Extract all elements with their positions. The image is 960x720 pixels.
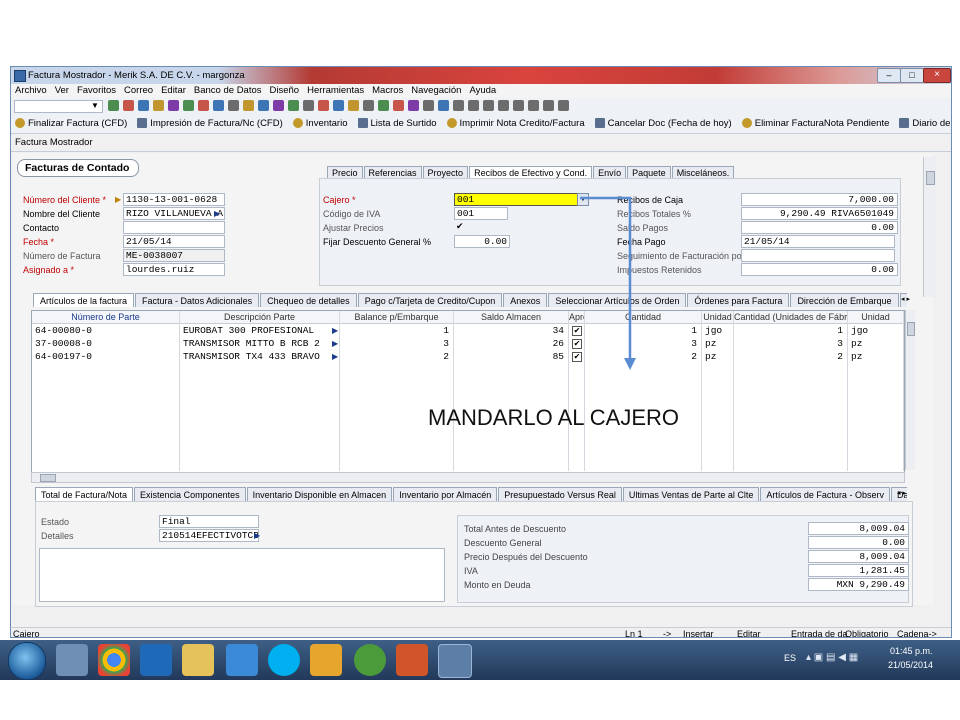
file-explorer-icon[interactable] — [182, 644, 214, 676]
tray-icons[interactable]: ▴ ▣ ▤ ◀ ▦ — [806, 652, 858, 663]
media-player-icon[interactable] — [140, 644, 172, 676]
clock-date[interactable]: 21/05/2014 — [888, 660, 933, 670]
network-app-icon[interactable] — [56, 644, 88, 676]
language-indicator[interactable]: ES — [784, 653, 796, 663]
powerpoint-icon[interactable] — [396, 644, 428, 676]
erp-app-icon[interactable] — [438, 644, 472, 678]
clock-app-icon[interactable] — [354, 644, 386, 676]
annotation-text: MANDARLO AL CAJERO — [428, 405, 680, 430]
annotation-arrow — [580, 196, 636, 370]
skype-icon[interactable] — [268, 644, 300, 676]
start-button[interactable] — [8, 642, 46, 680]
outlook-icon[interactable] — [310, 644, 342, 676]
internet-explorer-icon[interactable] — [226, 644, 258, 676]
clock-time[interactable]: 01:45 p.m. — [890, 646, 933, 656]
windows-taskbar: ES ▴ ▣ ▤ ◀ ▦ 01:45 p.m. 21/05/2014 — [0, 640, 960, 680]
chrome-icon[interactable] — [98, 644, 130, 676]
